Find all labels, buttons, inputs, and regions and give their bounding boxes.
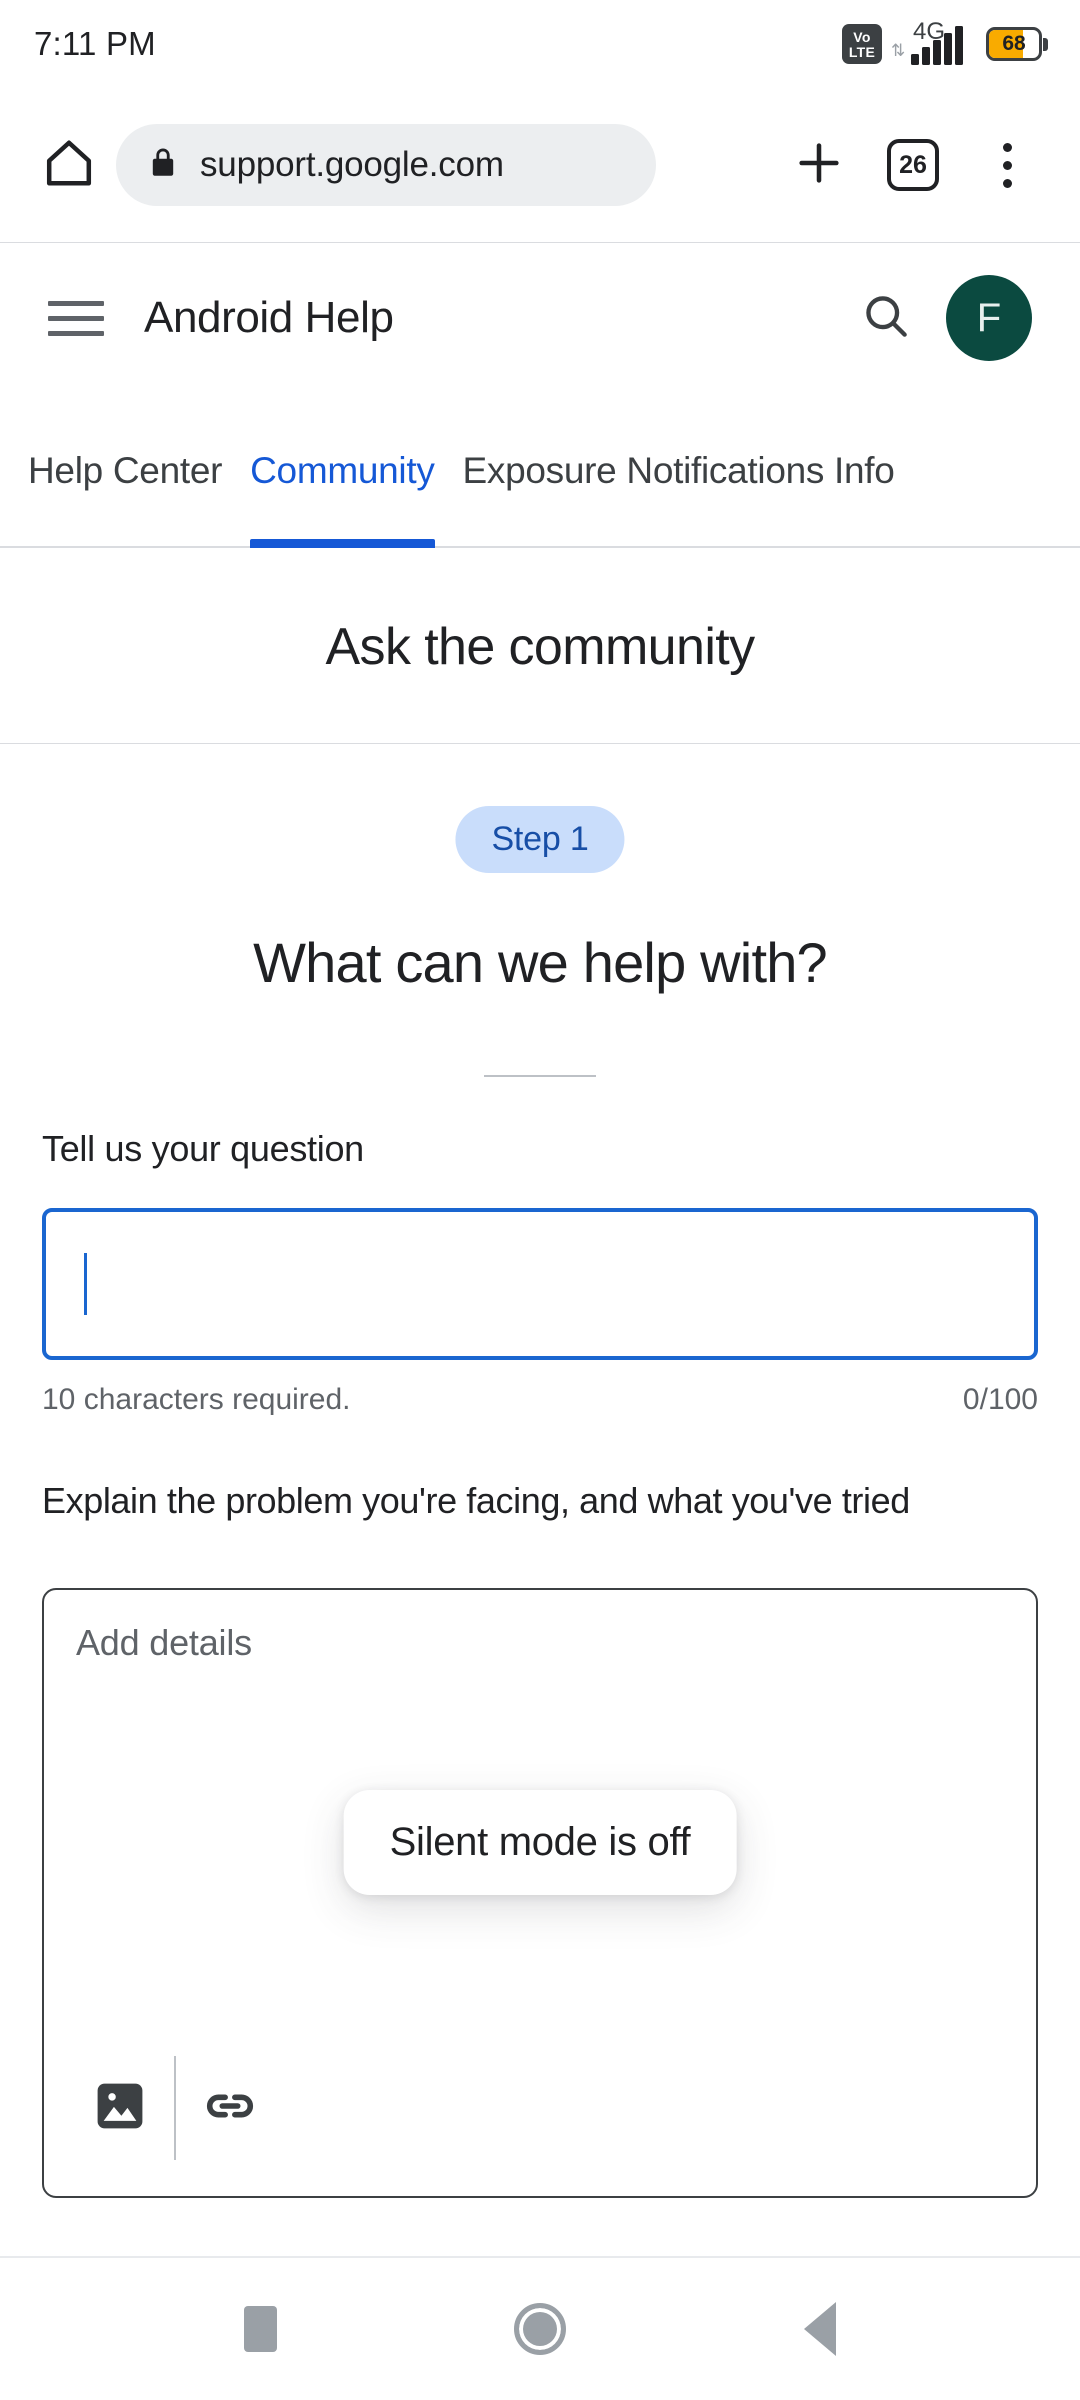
android-navigation-bar bbox=[0, 2258, 1080, 2400]
details-placeholder: Add details bbox=[76, 1622, 252, 1663]
question-field-counter: 0/100 bbox=[962, 1383, 1038, 1416]
status-bar-clock: 7:11 PM bbox=[34, 25, 156, 62]
avatar[interactable]: F bbox=[946, 275, 1032, 361]
plus-icon bbox=[793, 137, 845, 194]
tab-community[interactable]: Community bbox=[236, 400, 448, 548]
heading-divider bbox=[484, 1075, 596, 1077]
app-header: Android Help F bbox=[0, 244, 1080, 392]
app-header-actions: F bbox=[860, 275, 1032, 361]
battery-icon: 68 bbox=[986, 27, 1048, 61]
insert-image-button[interactable] bbox=[72, 2060, 168, 2156]
details-field-label: Explain the problem you're facing, and w… bbox=[42, 1480, 910, 1521]
hamburger-icon-line bbox=[48, 330, 104, 336]
search-button[interactable] bbox=[860, 290, 912, 347]
insert-link-button[interactable] bbox=[182, 2060, 278, 2156]
tab-bar: Help Center Community Exposure Notificat… bbox=[0, 400, 1080, 548]
recents-square-icon bbox=[243, 2306, 277, 2352]
address-bar-url: support.google.com bbox=[200, 145, 504, 184]
back-button[interactable] bbox=[765, 2274, 875, 2384]
details-toolbar bbox=[72, 2056, 278, 2160]
home-button[interactable] bbox=[30, 126, 108, 204]
browser-menu-button[interactable] bbox=[964, 122, 1050, 208]
question-field-requirement: 10 characters required. bbox=[42, 1383, 351, 1416]
search-icon bbox=[860, 295, 912, 346]
phone-screen: 7:11 PM Vo LTE 4G ⇅ 68 support.google.co… bbox=[0, 0, 1080, 2400]
browser-toolbar: support.google.com 26 bbox=[0, 88, 1080, 243]
cellular-signal-icon: 4G ⇅ bbox=[891, 18, 977, 67]
home-icon bbox=[42, 136, 96, 195]
signal-bars-icon bbox=[911, 26, 963, 65]
address-bar[interactable]: support.google.com bbox=[116, 124, 656, 206]
tab-switcher-button[interactable]: 26 bbox=[870, 122, 956, 208]
step-heading: What can we help with? bbox=[253, 931, 828, 994]
tab-help-center[interactable]: Help Center bbox=[14, 400, 236, 546]
question-input[interactable] bbox=[42, 1208, 1038, 1360]
new-tab-button[interactable] bbox=[776, 122, 862, 208]
back-triangle-icon bbox=[804, 2302, 836, 2356]
step-badge: Step 1 bbox=[455, 806, 625, 873]
home-circle-icon bbox=[514, 2303, 566, 2355]
ask-community-title: Ask the community bbox=[325, 617, 755, 676]
status-bar-icons: Vo LTE 4G ⇅ 68 bbox=[842, 18, 1048, 67]
recents-button[interactable] bbox=[205, 2274, 315, 2384]
toast-message: Silent mode is off bbox=[343, 1790, 737, 1895]
question-field-hint-row: 10 characters required. 0/100 bbox=[42, 1383, 1038, 1417]
insert-image-icon bbox=[92, 2078, 148, 2139]
toolbar-divider bbox=[174, 2056, 176, 2160]
volte-top-text: Vo bbox=[853, 28, 871, 45]
browser-actions: 26 bbox=[776, 122, 1050, 208]
ask-community-section: Ask the community bbox=[0, 550, 1080, 744]
battery-cap bbox=[1043, 38, 1048, 51]
text-cursor bbox=[84, 1253, 87, 1315]
three-dot-menu-icon bbox=[1002, 142, 1012, 188]
hamburger-icon-line bbox=[48, 315, 104, 321]
tab-count-badge: 26 bbox=[887, 139, 939, 191]
insert-link-icon bbox=[201, 2077, 259, 2140]
page-title: Android Help bbox=[144, 293, 394, 342]
battery-percent-label: 68 bbox=[1002, 32, 1026, 55]
volte-icon: Vo LTE bbox=[842, 24, 882, 64]
tab-exposure-notifications-info[interactable]: Exposure Notifications Info bbox=[449, 400, 909, 546]
lock-icon bbox=[146, 146, 180, 185]
volte-bottom-text: LTE bbox=[848, 43, 876, 60]
data-transfer-arrows-icon: ⇅ bbox=[891, 41, 905, 60]
avatar-initial: F bbox=[976, 295, 1002, 340]
hamburger-menu-button[interactable] bbox=[48, 300, 104, 336]
status-bar: 7:11 PM Vo LTE 4G ⇅ 68 bbox=[0, 0, 1080, 88]
question-field-label: Tell us your question bbox=[42, 1128, 364, 1169]
hamburger-icon-line bbox=[48, 300, 104, 306]
home-button-nav[interactable] bbox=[485, 2274, 595, 2384]
